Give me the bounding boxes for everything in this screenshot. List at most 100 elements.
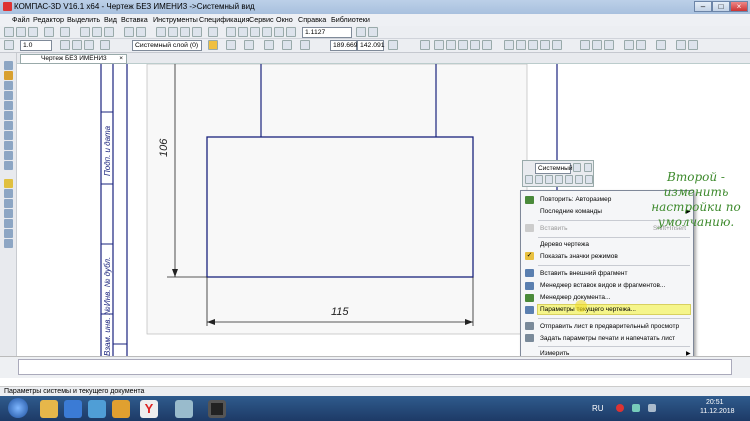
- tree-icon[interactable]: [636, 40, 646, 50]
- menu-service[interactable]: Сервис: [249, 15, 274, 24]
- menu-window[interactable]: Окно: [276, 15, 293, 24]
- zoom-in-icon[interactable]: [226, 27, 236, 37]
- variables-icon[interactable]: [168, 27, 178, 37]
- menu-item-recent-commands[interactable]: Последние команды: [540, 208, 602, 215]
- tray-record-icon[interactable]: [616, 404, 624, 412]
- associative-views-icon[interactable]: [4, 131, 13, 140]
- explorer-icon[interactable]: [40, 400, 58, 418]
- zoom-dynamic-mini-icon[interactable]: [585, 175, 593, 184]
- refresh-icon[interactable]: [356, 27, 366, 37]
- minimize-button[interactable]: –: [694, 1, 712, 12]
- snap-icon[interactable]: [208, 40, 218, 50]
- zoom-in-mini-icon[interactable]: [525, 175, 533, 184]
- help-icon[interactable]: [208, 27, 218, 37]
- paste-icon[interactable]: [104, 27, 114, 37]
- style-combo[interactable]: Системный: [535, 163, 572, 174]
- coord-y-field[interactable]: 142.091: [357, 40, 385, 51]
- manager-icon[interactable]: [192, 27, 202, 37]
- tray-volume-icon[interactable]: [648, 404, 656, 412]
- pan-mini-icon[interactable]: [555, 175, 563, 184]
- open-file-icon[interactable]: [16, 27, 26, 37]
- cursor-arrow-icon[interactable]: [420, 40, 430, 50]
- marker-icon[interactable]: [540, 40, 550, 50]
- recorder-icon[interactable]: [208, 400, 226, 418]
- report-icon[interactable]: [676, 40, 686, 50]
- checked-icon[interactable]: [446, 40, 456, 50]
- round-icon[interactable]: [282, 40, 292, 50]
- clock-time[interactable]: 20:51: [706, 399, 724, 406]
- line-style-icon[interactable]: [4, 40, 14, 50]
- attribute-icon[interactable]: [656, 40, 666, 50]
- menu-editor[interactable]: Редактор: [33, 15, 64, 24]
- tool-e-icon[interactable]: [4, 219, 13, 228]
- view-manager-icon[interactable]: [72, 40, 82, 50]
- tray-network-icon[interactable]: [632, 404, 640, 412]
- edit-tools-icon[interactable]: [4, 91, 13, 100]
- pan-icon[interactable]: [274, 27, 284, 37]
- view-mini-icon[interactable]: [565, 175, 573, 184]
- menu-item-send-preview[interactable]: Отправить лист в предварительный просмот…: [540, 323, 679, 330]
- zoom-out-mini-icon[interactable]: [535, 175, 543, 184]
- properties-input[interactable]: [18, 359, 732, 375]
- dropdown-icon[interactable]: [573, 163, 581, 172]
- zoom-all-icon[interactable]: [262, 27, 272, 37]
- ortho-icon[interactable]: [226, 40, 236, 50]
- designation-icon[interactable]: [516, 40, 526, 50]
- menu-item-insert-manager[interactable]: Менеджер вставок видов и фрагментов...: [540, 282, 665, 289]
- zoom-dynamic-icon[interactable]: [286, 27, 296, 37]
- dimensions-icon[interactable]: [4, 71, 13, 80]
- zoom-window-icon[interactable]: [250, 27, 260, 37]
- word-icon[interactable]: [64, 400, 82, 418]
- kompas-task-icon[interactable]: [175, 400, 193, 418]
- selection-icon[interactable]: [4, 121, 13, 130]
- library-icon[interactable]: [156, 27, 166, 37]
- menu-help[interactable]: Справка: [298, 15, 326, 24]
- properties-icon[interactable]: [592, 40, 602, 50]
- language-indicator[interactable]: RU: [592, 404, 604, 413]
- insert-icon[interactable]: [4, 161, 13, 170]
- start-button-icon[interactable]: [8, 398, 28, 418]
- yandex-browser-icon[interactable]: Y: [140, 400, 158, 418]
- print-icon[interactable]: [44, 27, 54, 37]
- export-icon[interactable]: [688, 40, 698, 50]
- coord-x-field[interactable]: 189.669: [330, 40, 358, 51]
- cursor-icon[interactable]: [300, 40, 310, 50]
- fx-icon[interactable]: [180, 27, 190, 37]
- tool-b-icon[interactable]: [4, 189, 13, 198]
- zoom-out-icon[interactable]: [238, 27, 248, 37]
- menu-select[interactable]: Выделить: [67, 15, 100, 24]
- tool-a-icon[interactable]: [4, 179, 13, 188]
- close-tab-icon[interactable]: ×: [119, 55, 123, 63]
- arrow-icon[interactable]: [552, 40, 562, 50]
- close-button[interactable]: ×: [730, 1, 748, 12]
- clock-date[interactable]: 11.12.2018: [700, 408, 735, 415]
- new-file-icon[interactable]: [4, 27, 14, 37]
- maximize-button[interactable]: □: [712, 1, 730, 12]
- reports-icon[interactable]: [4, 151, 13, 160]
- undo-icon[interactable]: [124, 27, 134, 37]
- document-tab[interactable]: Чертеж БЕЗ ИМЕНИ3 ×: [20, 54, 127, 64]
- view-icon[interactable]: [368, 27, 378, 37]
- menu-file[interactable]: Файл: [12, 15, 30, 24]
- measure-icon[interactable]: [458, 40, 468, 50]
- menu-libraries[interactable]: Библиотеки: [331, 15, 370, 24]
- tool-d-icon[interactable]: [4, 209, 13, 218]
- preview-icon[interactable]: [60, 27, 70, 37]
- table-icon[interactable]: [434, 40, 444, 50]
- menu-item-print[interactable]: Задать параметры печати и напечатать лис…: [540, 335, 675, 342]
- spec-tools-icon[interactable]: [4, 141, 13, 150]
- select-icon[interactable]: [604, 40, 614, 50]
- redo-icon[interactable]: [136, 27, 146, 37]
- menu-item-show-mode-icons[interactable]: Показать значки режимов: [540, 253, 618, 260]
- pen-icon[interactable]: [504, 40, 514, 50]
- copy-icon[interactable]: [92, 27, 102, 37]
- view-layout-icon[interactable]: [580, 40, 590, 50]
- zoom-fit-mini-icon[interactable]: [545, 175, 553, 184]
- geometry-icon[interactable]: [4, 61, 13, 70]
- scale-icon[interactable]: [84, 40, 94, 50]
- edit-icon[interactable]: [470, 40, 480, 50]
- measure-tools-icon[interactable]: [4, 111, 13, 120]
- layer-icon[interactable]: [60, 40, 70, 50]
- tool-c-icon[interactable]: [4, 199, 13, 208]
- menu-view[interactable]: Вид: [104, 15, 117, 24]
